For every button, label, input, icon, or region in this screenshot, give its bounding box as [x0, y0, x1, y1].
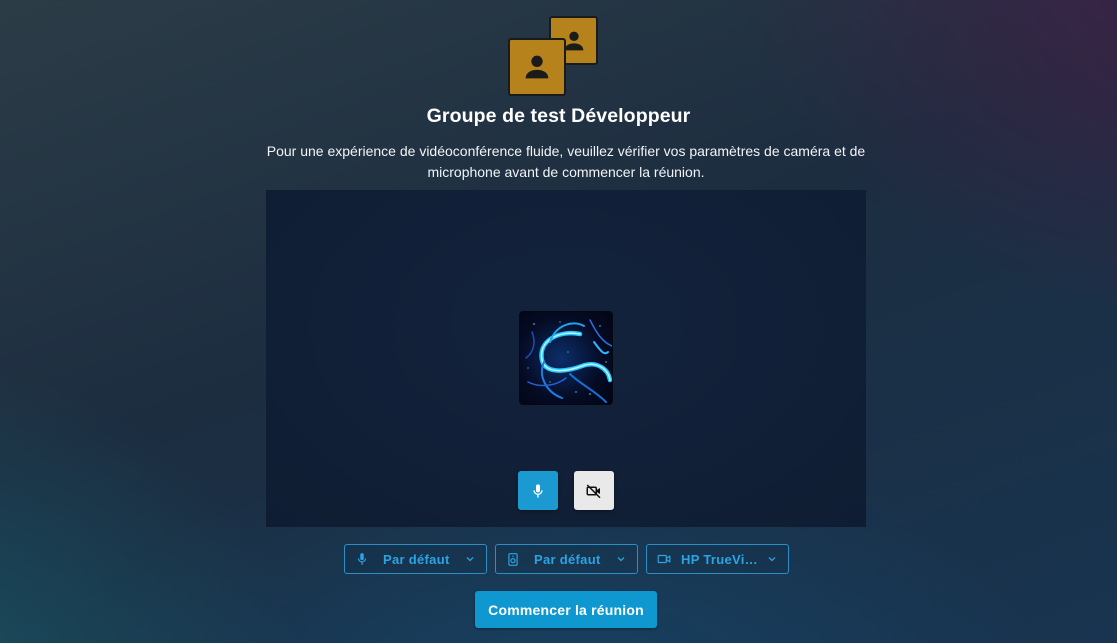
microphone-select-value: Par défaut	[383, 551, 450, 567]
kali-dragon-image	[525, 319, 612, 403]
microphone-select[interactable]: Par défaut	[344, 544, 487, 574]
chevron-down-icon	[765, 553, 779, 565]
speaker-select-value: Par défaut	[534, 551, 601, 567]
microphone-icon	[354, 552, 370, 566]
microphone-icon	[533, 483, 543, 498]
chevron-down-icon	[614, 553, 628, 565]
person-icon	[525, 55, 549, 79]
chevron-down-icon	[463, 553, 477, 565]
video-preview	[266, 190, 866, 527]
video-off-icon	[586, 483, 601, 498]
user-avatar	[519, 311, 613, 405]
microphone-toggle-button[interactable]	[518, 471, 558, 510]
speaker-select[interactable]: Par défaut	[495, 544, 638, 574]
start-meeting-button[interactable]: Commencer la réunion	[475, 591, 657, 628]
video-camera-icon	[656, 552, 672, 566]
camera-toggle-button[interactable]	[574, 471, 614, 510]
avatar-member-front	[508, 38, 566, 96]
meeting-description: Pour une expérience de vidéoconférence f…	[266, 143, 866, 180]
group-avatar	[508, 16, 600, 98]
meeting-title: Groupe de test Développeur	[426, 105, 691, 127]
camera-select-value: HP TrueVision HD Camera	[681, 551, 765, 567]
camera-select[interactable]: HP TrueVision HD Camera	[646, 544, 789, 574]
speaker-icon	[505, 552, 521, 567]
